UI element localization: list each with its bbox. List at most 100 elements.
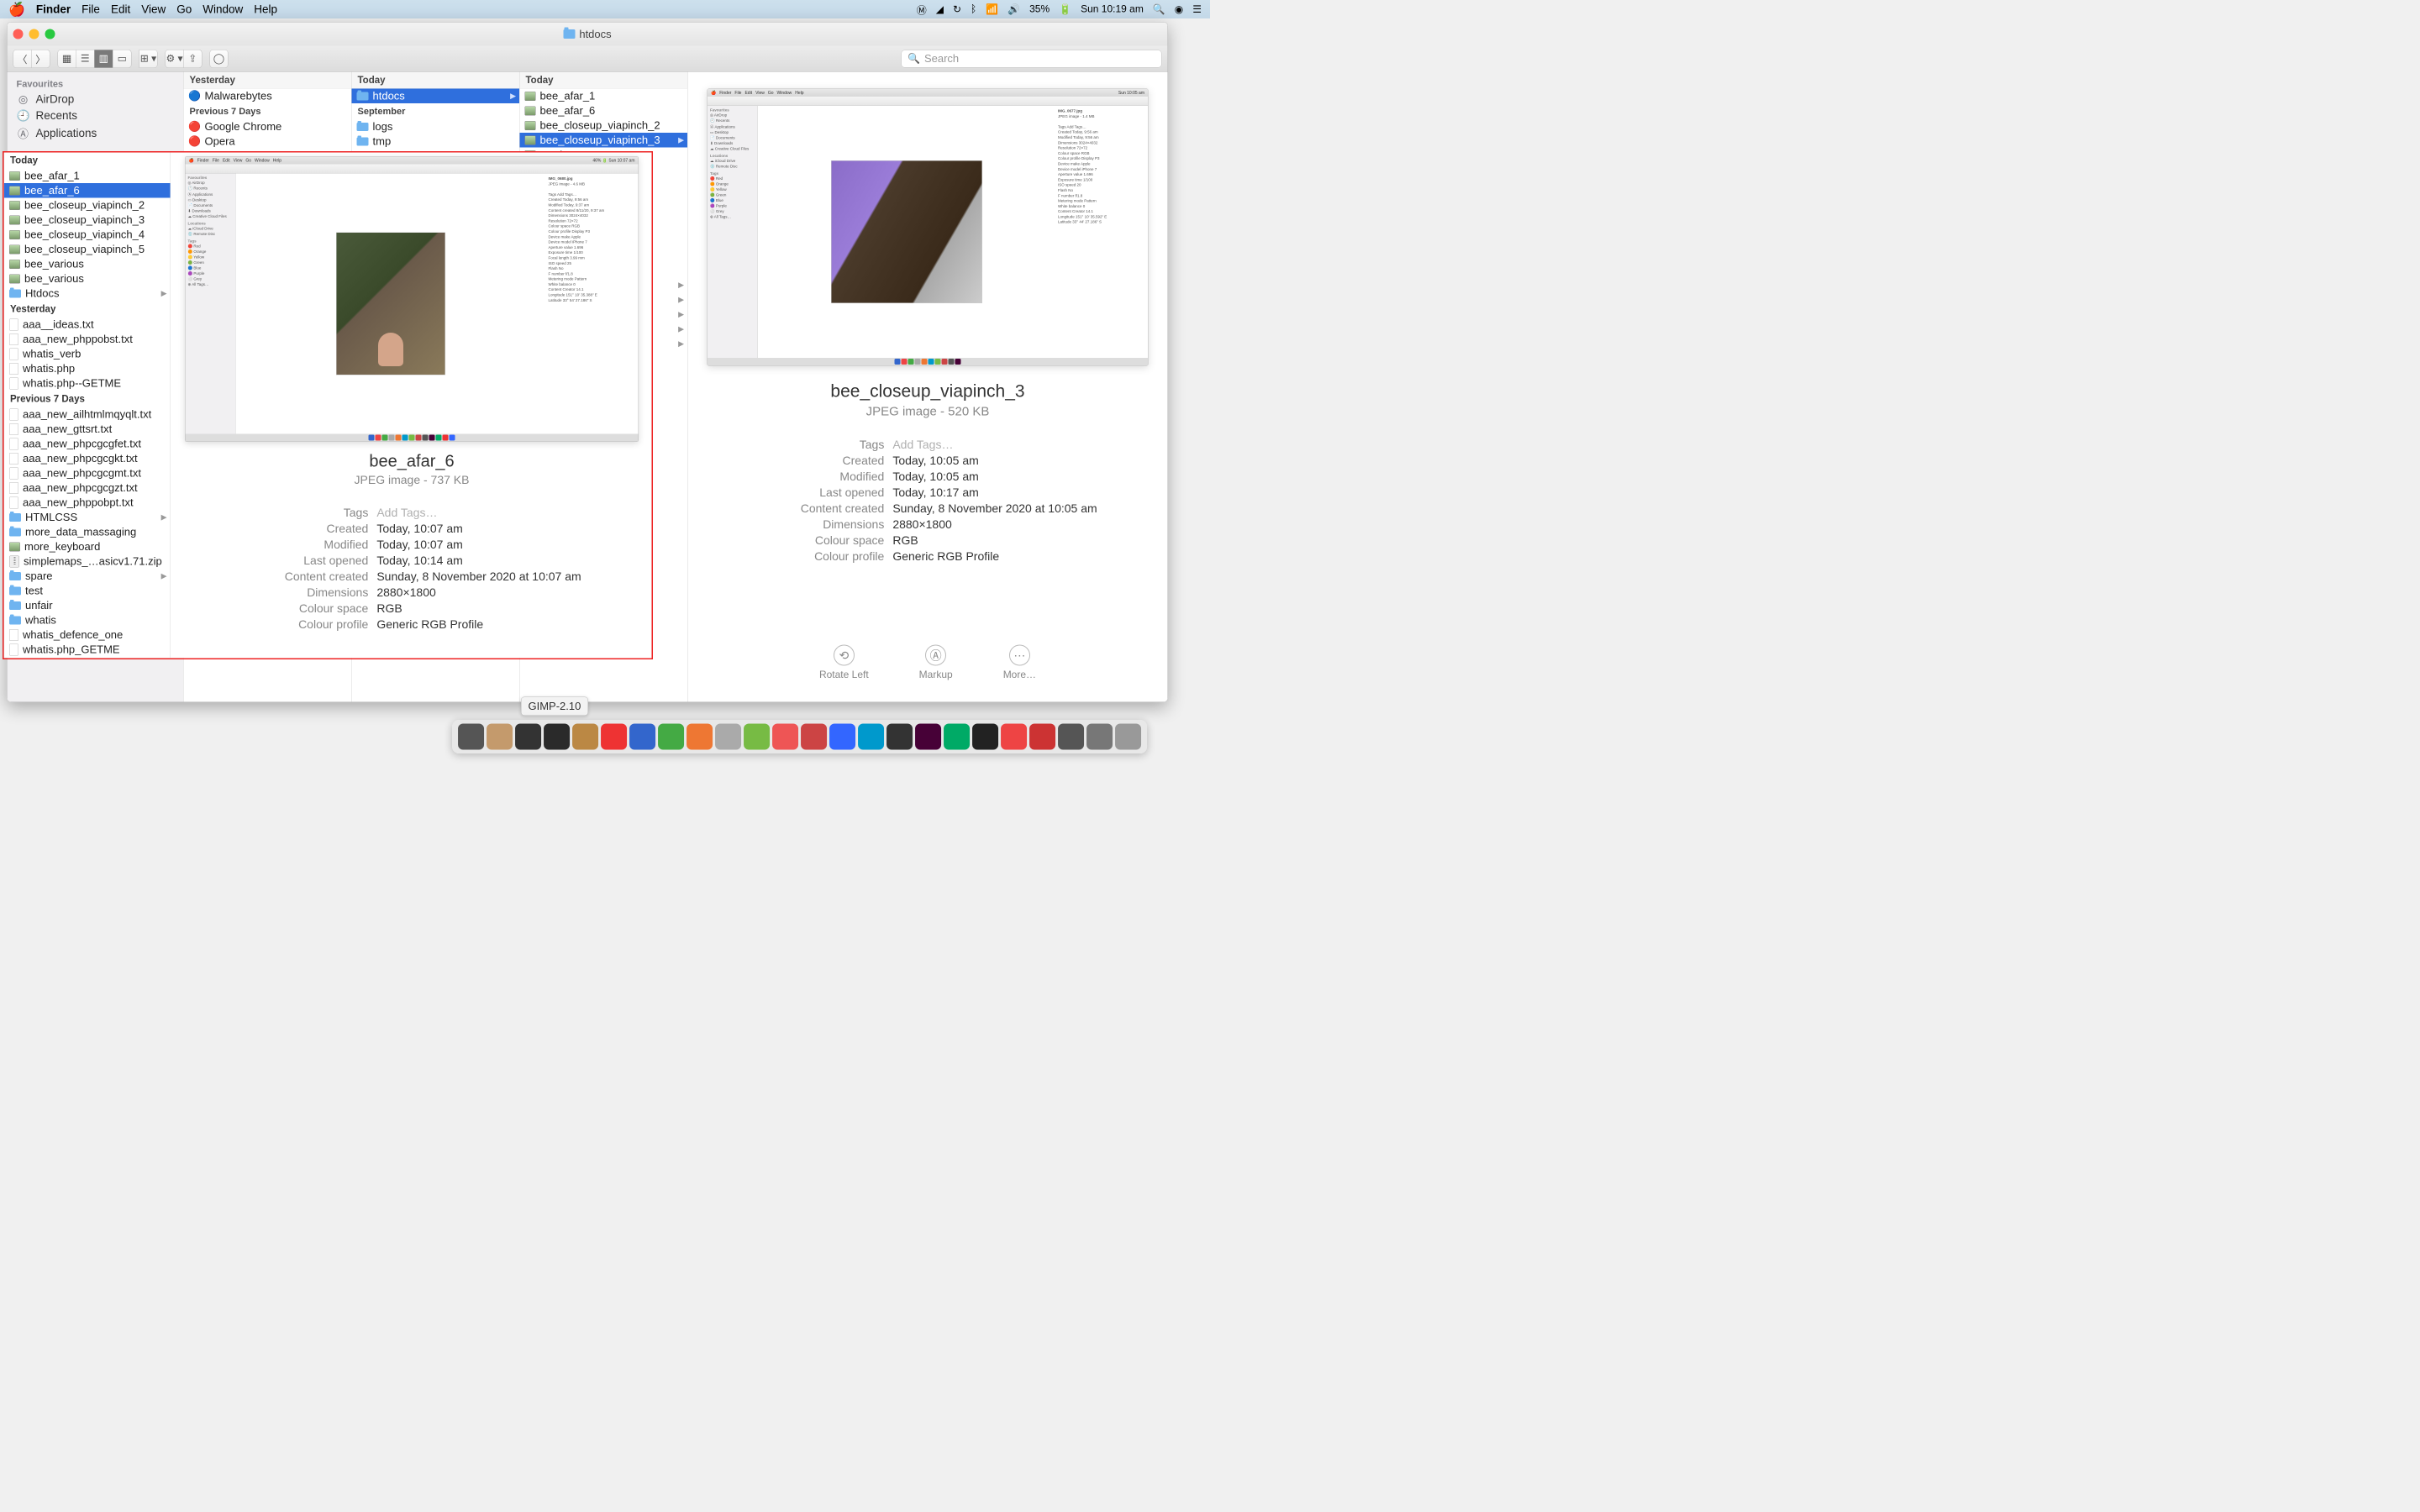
list-item[interactable]: bee_afar_6 — [4, 183, 171, 198]
arrange-button[interactable]: ⊞ ▾ — [139, 50, 158, 68]
list-item[interactable]: whatis.php--GETME — [4, 376, 171, 391]
share-button[interactable]: ⇪ — [184, 50, 203, 68]
dock-app-icon[interactable] — [744, 724, 770, 750]
list-item[interactable]: aaa_new_phpcgcgzt.txt — [4, 480, 171, 496]
list-item[interactable]: bee_various — [4, 271, 171, 286]
dock-app-icon[interactable] — [458, 724, 484, 750]
battery-icon[interactable]: 🔋 — [1059, 3, 1071, 16]
status-timemachine-icon[interactable]: ↻ — [953, 3, 961, 16]
dock-app-icon[interactable] — [972, 724, 998, 750]
list-item[interactable]: more_keyboard — [4, 539, 171, 554]
list-item[interactable]: whatis — [4, 613, 171, 628]
battery-percent[interactable]: 35% — [1029, 3, 1050, 15]
siri-icon[interactable]: ◉ — [1175, 3, 1183, 16]
list-item[interactable]: aaa_new_phpcgcgkt.txt — [4, 451, 171, 466]
more-button[interactable]: ⋯More… — [1003, 645, 1036, 681]
menu-go[interactable]: Go — [176, 3, 192, 16]
list-item[interactable]: bee_afar_1 — [4, 169, 171, 184]
dock-app-icon[interactable] — [515, 724, 541, 750]
list-item[interactable]: whatis.php-GETME — [4, 657, 171, 658]
list-item[interactable]: bee_closeup_viapinch_5 — [4, 242, 171, 257]
dock-app-icon[interactable] — [886, 724, 913, 750]
list-item[interactable]: 🔴Google Chrome — [184, 119, 352, 134]
list-view-button[interactable]: ☰ — [76, 50, 95, 68]
list-item[interactable]: aaa_new_phpcgcgfet.txt — [4, 437, 171, 452]
preview-thumbnail[interactable]: 🍎FinderFileEditViewGoWindowHelpSun 10:05… — [708, 89, 1149, 366]
list-item[interactable]: test — [4, 584, 171, 599]
dock-app-icon[interactable] — [829, 724, 855, 750]
list-item[interactable]: whatis_verb — [4, 347, 171, 362]
dock-app-icon[interactable] — [629, 724, 655, 750]
list-item[interactable]: bee_closeup_viapinch_2 — [4, 198, 171, 213]
tags-button[interactable]: ◯ — [210, 50, 229, 68]
dock-app-icon[interactable] — [658, 724, 684, 750]
list-item[interactable]: spare▶ — [4, 569, 171, 584]
minimize-button[interactable] — [29, 29, 39, 39]
rotate-left-button[interactable]: ⟲Rotate Left — [819, 645, 869, 681]
list-item[interactable]: bee_closeup_viapinch_2 — [520, 118, 688, 134]
list-item[interactable]: whatis.php — [4, 361, 171, 376]
list-item[interactable]: bee_various — [4, 257, 171, 272]
action-button[interactable]: ⚙ ▾ — [166, 50, 184, 68]
list-item[interactable]: 🔴Opera — [184, 134, 352, 150]
list-item[interactable]: aaa_new_phppobst.txt — [4, 332, 171, 347]
list-item[interactable]: bee_closeup_viapinch_3▶ — [520, 133, 688, 148]
list-item[interactable]: bee_afar_1 — [520, 89, 688, 104]
list-item[interactable]: tmp — [352, 134, 520, 150]
list-item[interactable]: aaa_new_gttsrt.txt — [4, 422, 171, 437]
dock-app-icon[interactable] — [772, 724, 798, 750]
sidebar-item-airdrop[interactable]: ◎AirDrop — [8, 92, 184, 108]
back-button[interactable]: 〈 — [13, 50, 32, 68]
list-item[interactable]: bee_afar_6 — [520, 103, 688, 118]
dock-app-icon[interactable] — [487, 724, 513, 750]
list-item[interactable]: bee_closeup_viapinch_4 — [4, 228, 171, 243]
status-volume-icon[interactable]: 🔊 — [1007, 3, 1020, 16]
dock-app-icon[interactable] — [801, 724, 827, 750]
dock-app-icon[interactable] — [715, 724, 741, 750]
app-name[interactable]: Finder — [36, 3, 71, 16]
menu-window[interactable]: Window — [203, 3, 243, 16]
meta-value[interactable]: Add Tags… — [892, 438, 1097, 452]
menu-view[interactable]: View — [141, 3, 166, 16]
apple-menu-icon[interactable]: 🍎 — [8, 2, 25, 18]
list-item[interactable]: whatis.php_GETME — [4, 643, 171, 658]
list-item[interactable]: logs — [352, 119, 520, 134]
notification-center-icon[interactable]: ☰ — [1192, 3, 1202, 16]
clock[interactable]: Sun 10:19 am — [1081, 3, 1144, 15]
menu-file[interactable]: File — [82, 3, 100, 16]
status-malware-icon[interactable]: Ⓜ — [917, 2, 927, 17]
list-item[interactable]: Htdocs▶ — [4, 286, 171, 302]
zoom-button[interactable] — [45, 29, 55, 39]
list-item[interactable]: simplemaps_…asicv1.71.zip — [4, 554, 171, 570]
gallery-view-button[interactable]: ▭ — [113, 50, 132, 68]
sidebar-item-recents[interactable]: 🕘Recents — [8, 108, 184, 124]
list-item[interactable]: HTMLCSS▶ — [4, 510, 171, 525]
list-item[interactable]: htdocs▶ — [352, 89, 520, 104]
dock-app-icon[interactable] — [572, 724, 598, 750]
dock-app-icon[interactable] — [944, 724, 970, 750]
list-item[interactable]: aaa__ideas.txt — [4, 318, 171, 333]
dock-app-icon[interactable] — [544, 724, 570, 750]
list-item[interactable]: more_data_massaging — [4, 525, 171, 540]
list-item[interactable]: whatis_defence_one — [4, 627, 171, 643]
list-item[interactable]: bee_closeup_viapinch_3 — [4, 213, 171, 228]
list-item[interactable]: unfair — [4, 598, 171, 613]
dock-app-icon[interactable] — [858, 724, 884, 750]
dock-app-icon[interactable] — [687, 724, 713, 750]
list-item[interactable]: 🔵Malwarebytes — [184, 89, 352, 104]
dock-app-icon[interactable] — [1058, 724, 1084, 750]
sidebar-item-applications[interactable]: ⒶApplications — [8, 124, 184, 144]
dock-app-icon[interactable] — [1115, 724, 1141, 750]
list-item[interactable]: aaa_new_phpcgcgmt.txt — [4, 466, 171, 481]
meta-value[interactable]: Add Tags… — [376, 507, 581, 520]
status-avast-icon[interactable]: ◢ — [936, 3, 944, 16]
icon-view-button[interactable]: ▦ — [58, 50, 76, 68]
status-bluetooth-icon[interactable]: ᛒ — [971, 3, 976, 15]
list-item[interactable]: aaa_new_ailhtmlmqyqlt.txt — [4, 407, 171, 423]
markup-button[interactable]: ⒶMarkup — [919, 645, 953, 681]
search-field[interactable]: 🔍 Search — [902, 50, 1162, 67]
menu-edit[interactable]: Edit — [111, 3, 130, 16]
overlay-preview-thumbnail[interactable]: 🍎FinderFileEditViewGoWindowHelp46% 🔋 Sun… — [185, 156, 639, 442]
column-view-button[interactable]: ▥ — [95, 50, 113, 68]
close-button[interactable] — [13, 29, 24, 39]
